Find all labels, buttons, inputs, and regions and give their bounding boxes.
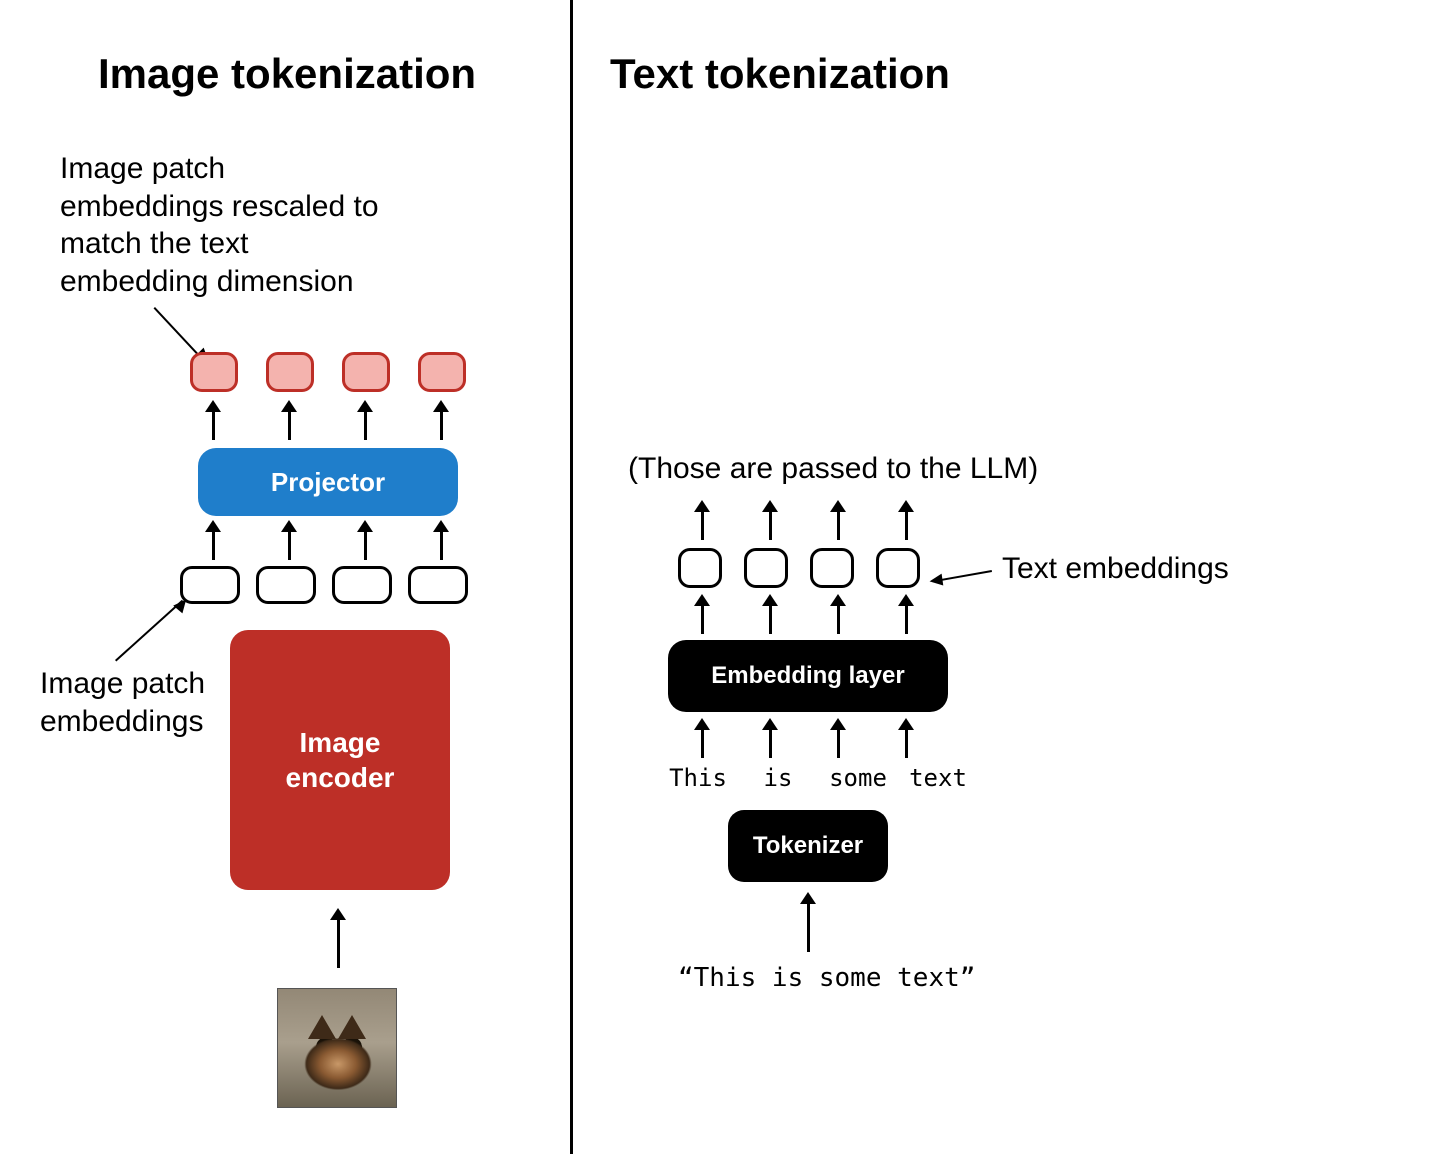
projector-box: Projector — [198, 448, 458, 516]
pointer-line — [115, 600, 183, 662]
embedding-layer-label: Embedding layer — [711, 662, 904, 690]
token-word: This — [668, 764, 728, 792]
rescaled-embedding-token — [266, 352, 314, 392]
rescaled-embedding-tokens — [190, 352, 466, 392]
arrow-up-icon — [896, 500, 916, 540]
arrow-up-icon — [692, 594, 712, 634]
image-patch-embedding-token — [180, 566, 240, 604]
image-encoder-box: Image encoder — [230, 630, 450, 890]
arrow-up-icon — [828, 718, 848, 758]
arrow-up-icon — [760, 594, 780, 634]
arrow-up-icon — [692, 718, 712, 758]
image-patch-embedding-token — [332, 566, 392, 604]
text-embedding-token — [678, 548, 722, 588]
text-embedding-tokens — [678, 548, 920, 588]
arrow-up-icon — [279, 520, 299, 560]
arrow-up-icon — [355, 400, 375, 440]
arrows-tokens-to-layer — [692, 718, 916, 758]
text-tokenization-title: Text tokenization — [610, 50, 950, 98]
llm-note: (Those are passed to the LLM) — [628, 450, 1038, 488]
arrow-up-icon — [760, 718, 780, 758]
arrows-layer-to-embeddings — [692, 594, 916, 634]
arrow-image-to-encoder — [328, 908, 348, 968]
arrow-up-icon — [203, 400, 223, 440]
image-patch-embeddings-annotation: Image patch embeddings — [40, 665, 205, 740]
image-tokenization-title: Image tokenization — [98, 50, 476, 98]
text-embedding-token — [744, 548, 788, 588]
arrows-patches-to-projector — [203, 520, 451, 560]
arrow-up-icon — [828, 594, 848, 634]
image-patch-embedding-tokens — [180, 566, 468, 604]
arrows-projector-to-rescaled — [203, 400, 451, 440]
image-encoder-label: Image encoder — [286, 725, 395, 795]
token-word: is — [748, 764, 808, 792]
token-word: some — [828, 764, 888, 792]
arrow-up-icon — [896, 594, 916, 634]
token-words: This is some text — [668, 764, 968, 792]
token-word: text — [908, 764, 968, 792]
embedding-layer-box: Embedding layer — [668, 640, 948, 712]
arrow-up-icon — [760, 500, 780, 540]
arrows-embeddings-to-llm — [692, 500, 916, 540]
arrow-up-icon — [203, 520, 223, 560]
projector-label: Projector — [271, 467, 385, 498]
arrow-up-icon — [692, 500, 712, 540]
arrow-up-icon — [431, 520, 451, 560]
image-patch-embedding-token — [256, 566, 316, 604]
arrow-input-to-tokenizer — [798, 892, 818, 952]
text-embedding-token — [876, 548, 920, 588]
arrow-up-icon — [828, 500, 848, 540]
image-patch-embedding-token — [408, 566, 468, 604]
pointer-arrowhead-icon — [929, 574, 944, 588]
rescaled-embedding-token — [418, 352, 466, 392]
text-embeddings-label: Text embeddings — [1002, 550, 1229, 588]
vertical-divider — [570, 0, 573, 1154]
text-embedding-token — [810, 548, 854, 588]
tokenizer-label: Tokenizer — [753, 832, 863, 860]
tokenizer-box: Tokenizer — [728, 810, 888, 882]
arrow-up-icon — [431, 400, 451, 440]
rescaled-embedding-token — [342, 352, 390, 392]
arrow-up-icon — [279, 400, 299, 440]
image-patch-rescaled-annotation: Image patch embeddings rescaled to match… — [60, 150, 379, 300]
arrow-up-icon — [355, 520, 375, 560]
rescaled-embedding-token — [190, 352, 238, 392]
input-image — [277, 988, 397, 1108]
arrow-up-icon — [896, 718, 916, 758]
input-text: “This is some text” — [678, 962, 975, 995]
